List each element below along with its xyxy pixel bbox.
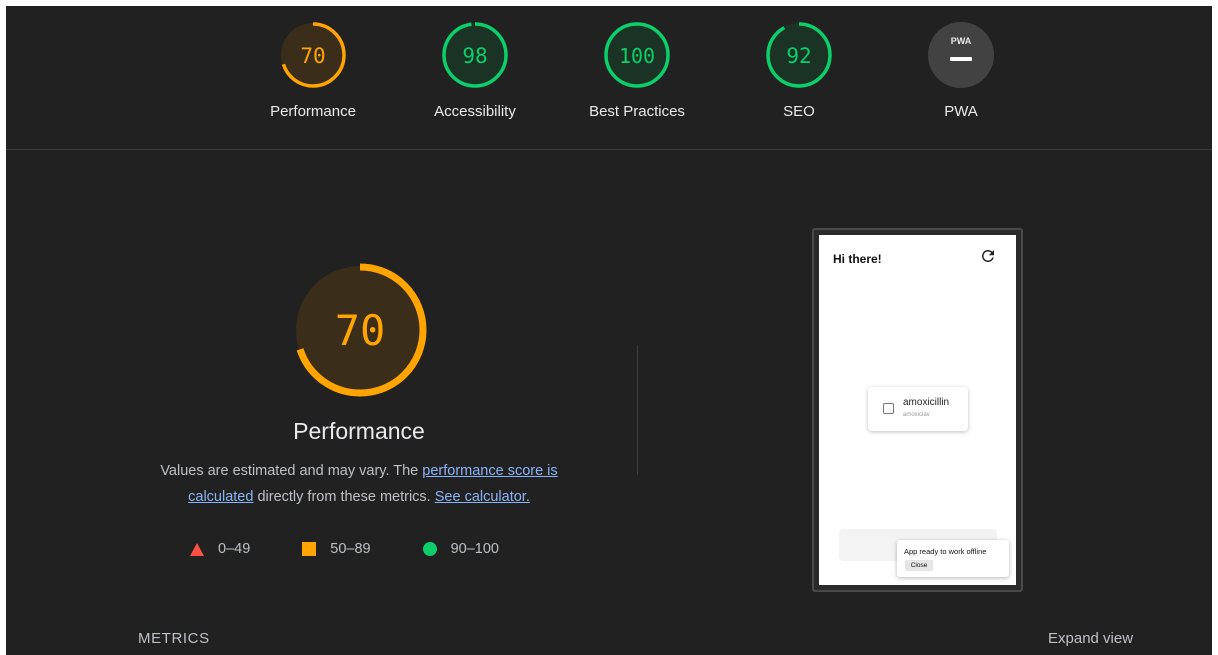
pwa-badge-icon: PWA — [928, 22, 994, 88]
performance-score-large: 70 — [335, 306, 386, 355]
legend-pass: 90–100 — [422, 541, 499, 557]
gauge-label: Performance — [270, 103, 356, 120]
refresh-icon — [981, 250, 994, 262]
legend-label: 50–89 — [330, 541, 371, 557]
gauge-seo[interactable]: 92 SEO — [734, 20, 864, 120]
pwa-badge-text: PWA — [951, 36, 972, 46]
medication-card: amoxicillin amoxiclav — [868, 387, 968, 431]
gauge-best-practices[interactable]: 100 Best Practices — [572, 20, 702, 120]
checkbox — [883, 403, 894, 414]
description-text: Values are estimated and may vary. The — [160, 463, 423, 479]
gauge-ring: 98 — [442, 22, 508, 88]
gauge-label: PWA — [944, 103, 978, 120]
toast-text: App ready to work offline — [904, 547, 987, 556]
offline-toast: App ready to work offline Close — [897, 540, 1009, 577]
gauge-label: Best Practices — [589, 103, 685, 120]
gauge-ring: 70 — [280, 22, 346, 88]
gauge-ring: 92 — [766, 22, 832, 88]
gauge-pwa[interactable]: PWA PWA — [896, 20, 1026, 120]
score-legend: 0–49 50–89 90–100 — [190, 538, 499, 560]
gauge-score: 70 — [300, 44, 325, 68]
gauge-score: 98 — [462, 44, 487, 68]
triangle-icon — [190, 542, 204, 556]
vertical-divider — [637, 345, 638, 475]
gauge-score: 100 — [619, 44, 655, 68]
app-title: Hi there! — [833, 252, 882, 266]
card-subtitle: amoxiclav — [903, 412, 930, 418]
gauge-ring: 100 — [604, 22, 670, 88]
performance-gauge-large: 70 — [293, 263, 427, 402]
legend-average: 50–89 — [302, 541, 371, 557]
gauge-performance[interactable]: 70 Performance — [248, 20, 378, 120]
screenshot-screen: Hi there! amoxicillin amoxiclav App read… — [819, 235, 1016, 585]
metrics-heading: METRICS — [138, 630, 210, 647]
toast-close-button: Close — [905, 560, 933, 571]
gauge-label: Accessibility — [434, 103, 516, 120]
gauge-score: 92 — [786, 44, 811, 68]
legend-label: 90–100 — [450, 541, 499, 557]
description-text: directly from these metrics. — [253, 489, 435, 505]
performance-title: Performance — [293, 418, 425, 444]
legend-label: 0–49 — [218, 541, 251, 557]
expand-view-button[interactable]: Expand view — [1048, 630, 1133, 647]
gauge-ring: 70 — [293, 263, 427, 397]
category-gauges: 70 Performance 98 Accessibility 100 Best… — [6, 6, 1212, 150]
see-calculator-link[interactable]: See calculator. — [435, 489, 530, 505]
legend-fail: 0–49 — [190, 541, 250, 557]
gauge-accessibility[interactable]: 98 Accessibility — [410, 20, 540, 120]
lighthouse-report: 70 Performance 98 Accessibility 100 Best… — [6, 6, 1212, 655]
final-screenshot[interactable]: Hi there! amoxicillin amoxiclav App read… — [812, 228, 1023, 592]
circle-icon — [422, 542, 437, 556]
square-icon — [302, 542, 317, 556]
performance-description: Values are estimated and may vary. The p… — [126, 458, 592, 510]
gauge-label: SEO — [783, 103, 815, 120]
card-title: amoxicillin — [903, 397, 950, 408]
